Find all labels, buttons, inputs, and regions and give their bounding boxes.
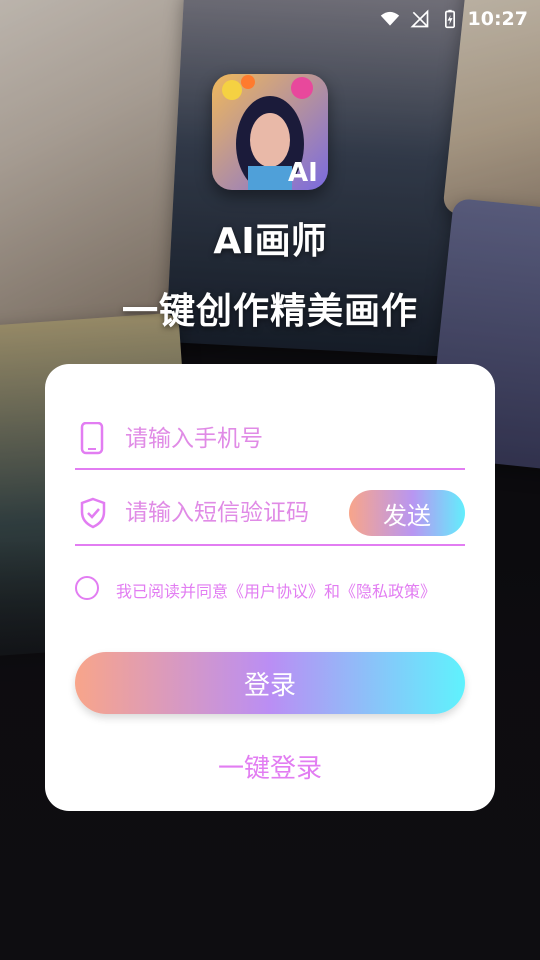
- battery-icon: [445, 9, 455, 29]
- login-card: 发送 我已阅读并同意《用户协议》和《隐私政策》 登录 一键登录: [45, 364, 495, 811]
- phone-input[interactable]: [125, 420, 365, 458]
- agreement-checkbox[interactable]: [75, 576, 99, 600]
- phone-icon: [80, 422, 104, 455]
- shield-check-icon: [80, 497, 106, 529]
- status-bar: 10:27: [0, 0, 540, 36]
- agreement-text[interactable]: 我已阅读并同意《用户协议》和《隐私政策》: [111, 581, 441, 603]
- app-slogan: 一键创作精美画作: [121, 291, 418, 332]
- login-button[interactable]: 登录: [75, 652, 465, 714]
- no-signal-icon: [410, 9, 429, 28]
- one-key-login-link[interactable]: 一键登录: [45, 748, 495, 785]
- logo-ai-badge: AI: [288, 158, 318, 188]
- phone-row: [75, 416, 465, 470]
- sms-code-input[interactable]: [125, 494, 365, 532]
- app-title: AI画师: [213, 221, 327, 262]
- wifi-icon: [380, 11, 400, 26]
- send-code-button[interactable]: 发送: [349, 490, 465, 536]
- code-row: 发送: [75, 490, 465, 546]
- status-time: 10:27: [467, 8, 528, 30]
